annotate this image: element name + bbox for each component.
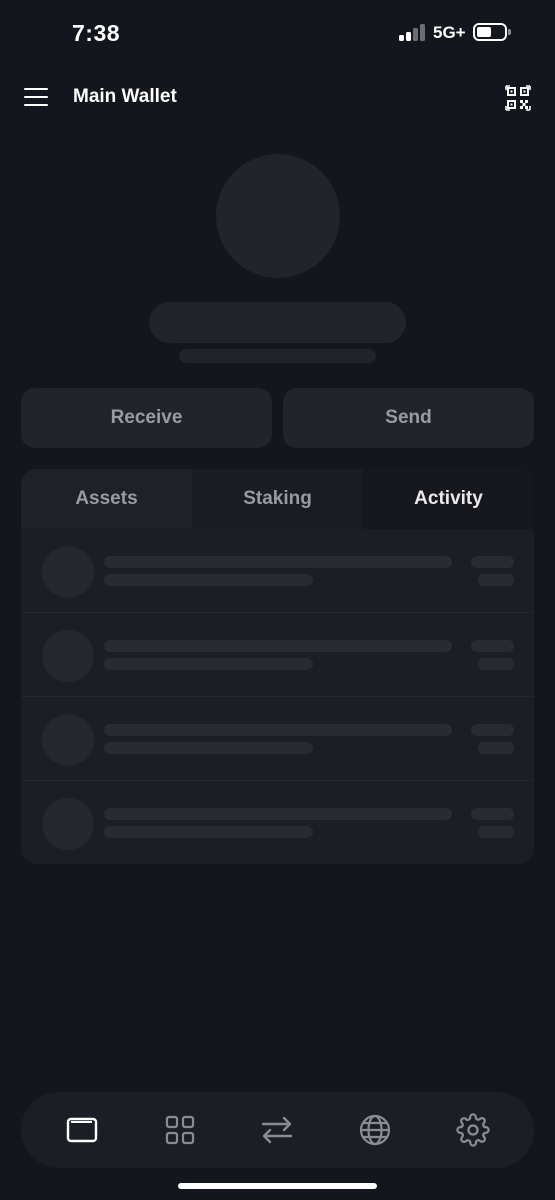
list-item-icon-placeholder	[42, 546, 94, 598]
bottom-nav	[21, 1092, 534, 1168]
status-time: 7:38	[72, 20, 121, 46]
signal-icon	[399, 24, 429, 41]
battery-icon	[473, 23, 511, 41]
network-label: 5G+	[433, 23, 466, 42]
list-item-subtitle-placeholder	[104, 574, 313, 586]
list-item-subtitle-placeholder	[104, 742, 313, 754]
status-bar: 7:38 5G+	[0, 0, 555, 62]
list-item	[21, 529, 534, 613]
menu-button[interactable]	[22, 84, 50, 108]
list-item-value-placeholder	[478, 574, 514, 586]
apps-grid-icon	[165, 1115, 194, 1145]
qr-code-icon	[505, 85, 531, 111]
list-item-title-placeholder	[104, 640, 452, 652]
wallet-title[interactable]: Main Wallet	[73, 86, 177, 108]
wallet-content-panel: Assets Staking Activity	[21, 469, 534, 864]
list-item-title-placeholder	[104, 724, 452, 736]
tab-staking[interactable]: Staking	[192, 469, 363, 529]
list-item-amount-placeholder	[471, 808, 514, 820]
list-item	[21, 613, 534, 697]
send-button[interactable]: Send	[283, 388, 534, 448]
list-item-value-placeholder	[478, 742, 514, 754]
list-item-title-placeholder	[104, 808, 452, 820]
nav-apps[interactable]	[152, 1102, 208, 1158]
swap-icon	[262, 1116, 293, 1144]
list-item-subtitle-placeholder	[104, 826, 313, 838]
list-item-amount-placeholder	[471, 724, 514, 736]
list-item-icon-placeholder	[42, 798, 94, 850]
balance-placeholder	[149, 302, 406, 343]
list-item	[21, 781, 534, 864]
list-item-icon-placeholder	[42, 714, 94, 766]
list-item	[21, 697, 534, 781]
home-indicator[interactable]	[178, 1183, 377, 1189]
balance-subtext-placeholder	[179, 349, 376, 363]
settings-gear-icon	[456, 1113, 490, 1147]
wallet-avatar-placeholder	[216, 154, 340, 278]
tab-assets[interactable]: Assets	[21, 469, 192, 529]
list-item-title-placeholder	[104, 556, 452, 568]
nav-swap[interactable]	[249, 1102, 305, 1158]
tab-activity[interactable]: Activity	[363, 469, 534, 529]
receive-button[interactable]: Receive	[21, 388, 272, 448]
nav-wallet[interactable]	[54, 1102, 110, 1158]
list-item-subtitle-placeholder	[104, 658, 313, 670]
qr-scan-button[interactable]	[505, 85, 531, 111]
wallet-icon	[66, 1117, 98, 1143]
list-item-icon-placeholder	[42, 630, 94, 682]
tab-bar: Assets Staking Activity	[21, 469, 534, 529]
list-item-amount-placeholder	[471, 640, 514, 652]
globe-icon	[360, 1114, 391, 1146]
nav-browser[interactable]	[347, 1102, 403, 1158]
app-header: Main Wallet	[0, 72, 555, 124]
list-item-value-placeholder	[478, 826, 514, 838]
menu-icon	[24, 88, 48, 90]
list-item-value-placeholder	[478, 658, 514, 670]
nav-settings[interactable]	[445, 1102, 501, 1158]
list-item-amount-placeholder	[471, 556, 514, 568]
